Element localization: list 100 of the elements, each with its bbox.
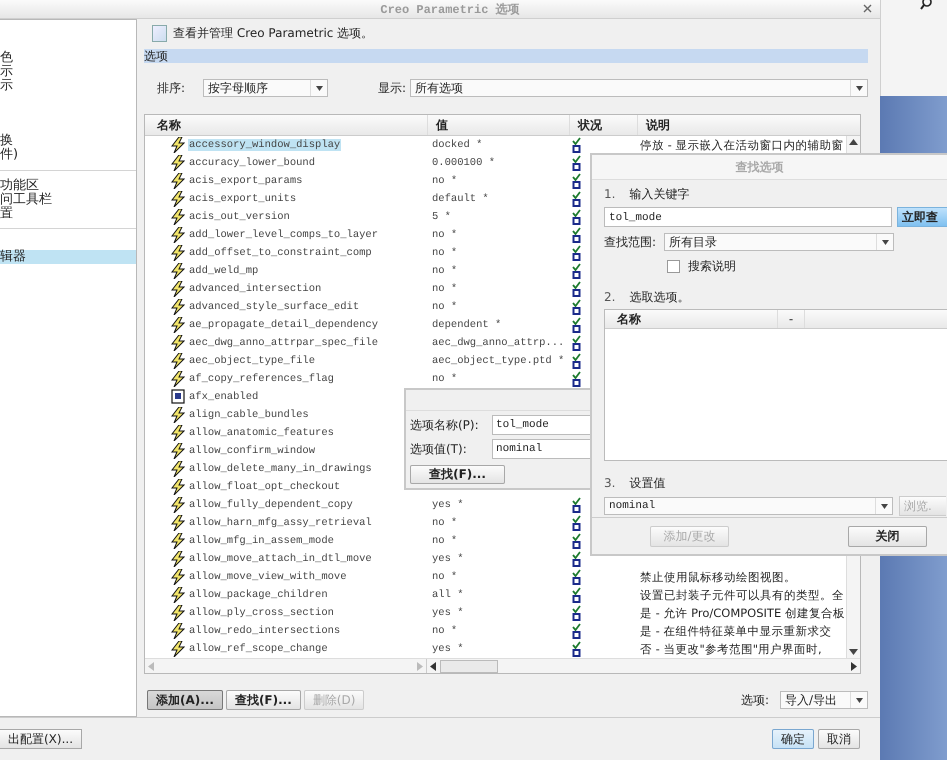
scroll-down-icon[interactable]: [849, 649, 858, 655]
search-icon[interactable]: [920, 0, 932, 10]
option-name[interactable]: allow_ply_cross_section: [188, 607, 335, 619]
scroll-up-icon[interactable]: [849, 139, 858, 145]
column-header[interactable]: -: [778, 310, 805, 328]
section-header: 选项: [144, 49, 868, 63]
caret-icon: [856, 698, 862, 702]
sort-dropdown[interactable]: 按字母顺序: [203, 79, 328, 97]
export-config-button[interactable]: 出配置(X)...: [0, 729, 82, 749]
option-name[interactable]: acis_out_version: [188, 211, 291, 223]
table-action-button[interactable]: 添加(A)...: [147, 690, 223, 710]
option-name[interactable]: advanced_intersection: [188, 283, 322, 295]
option-name[interactable]: accuracy_lower_bound: [188, 157, 316, 169]
option-name[interactable]: allow_move_attach_in_dtl_move: [188, 553, 373, 565]
lightning-icon: [171, 407, 185, 423]
table-action-button[interactable]: 查找(F)...: [226, 690, 301, 710]
option-name[interactable]: aec_object_type_file: [188, 355, 316, 367]
option-name[interactable]: allow_package_children: [188, 589, 329, 601]
window-title: Creo Parametric 选项: [380, 2, 520, 18]
option-name[interactable]: allow_harn_mfg_assy_retrieval: [188, 517, 373, 529]
caret-icon: [856, 86, 862, 90]
option-name[interactable]: allow_confirm_window: [188, 445, 316, 457]
option-name[interactable]: afx_enabled: [188, 391, 260, 403]
option-name[interactable]: add_offset_to_constraint_comp: [188, 247, 373, 259]
header-text: 查看并管理 Creo Parametric 选项。: [173, 24, 374, 42]
value-combobox[interactable]: nominal: [604, 497, 893, 515]
option-name[interactable]: allow_fully_dependent_copy: [188, 499, 354, 511]
sidebar-item[interactable]: 件): [0, 148, 136, 162]
option-value: no *: [432, 373, 458, 385]
option-value: no *: [432, 175, 458, 187]
lightning-icon: [171, 569, 185, 585]
horizontal-scrollbar[interactable]: [427, 659, 860, 673]
sidebar-item[interactable]: 功能区: [0, 179, 136, 193]
scope-dropdown[interactable]: 所有目录: [664, 233, 894, 251]
lightning-icon: [171, 245, 185, 261]
keyword-field[interactable]: tol_mode: [604, 207, 892, 227]
option-name[interactable]: acis_export_params: [188, 175, 304, 187]
option-description: 设置已封装子元件可以具有的类型。全: [640, 588, 844, 602]
lightning-icon: [171, 425, 185, 441]
import-export-dropdown[interactable]: 导入/导出: [780, 691, 868, 709]
box-icon: [171, 389, 185, 405]
sidebar-item[interactable]: 示: [0, 65, 136, 79]
option-name[interactable]: add_weld_mp: [188, 265, 260, 277]
option-value: 0.000100 *: [432, 157, 496, 169]
option-name[interactable]: allow_ref_scope_change: [188, 643, 329, 655]
option-name[interactable]: align_cable_bundles: [188, 409, 310, 421]
lightning-icon: [171, 191, 185, 207]
close-icon[interactable]: [863, 4, 872, 13]
caret-icon: [880, 504, 888, 508]
sidebar-item[interactable]: 换: [0, 134, 136, 148]
column-header[interactable]: 名称: [145, 115, 427, 135]
cancel-button[interactable]: 取消: [818, 729, 860, 749]
show-dropdown[interactable]: 所有选项: [410, 79, 868, 97]
option-value: all *: [432, 589, 464, 601]
options-icon: [152, 24, 167, 42]
option-name[interactable]: allow_redo_intersections: [188, 625, 342, 637]
lightning-icon: [171, 479, 185, 495]
step-number: 1.: [604, 187, 616, 201]
option-name[interactable]: acis_export_units: [188, 193, 298, 205]
scope-label: 查找范围:: [604, 234, 658, 250]
sidebar-item[interactable]: 置: [0, 207, 136, 221]
scroll-right-icon[interactable]: [851, 662, 857, 670]
column-header[interactable]: 状况: [569, 115, 637, 135]
close-button[interactable]: 关闭: [848, 526, 927, 546]
options-label: 选项:: [740, 692, 769, 708]
option-name[interactable]: accessory_window_display: [188, 139, 342, 151]
lightning-icon: [171, 443, 185, 459]
step-label: 输入关键字: [629, 186, 690, 202]
column-header[interactable]: 名称: [605, 310, 778, 328]
option-name[interactable]: allow_mfg_in_assem_mode: [188, 535, 335, 547]
find-button[interactable]: 查找(F)...: [410, 465, 505, 484]
step-label: 设置值: [629, 474, 666, 492]
caret-icon: [316, 86, 323, 90]
scroll-left-icon[interactable]: [430, 662, 436, 670]
search-now-button[interactable]: 立即查: [897, 207, 947, 227]
scroll-thumb[interactable]: [440, 660, 498, 672]
sidebar-item[interactable]: 辑器: [0, 250, 136, 264]
lightning-icon: [171, 155, 185, 171]
ok-button[interactable]: 确定: [772, 729, 814, 749]
option-name[interactable]: allow_anatomic_features: [188, 427, 335, 439]
option-name[interactable]: advanced_style_surface_edit: [188, 301, 360, 313]
option-name[interactable]: ae_propagate_detail_dependency: [188, 319, 380, 331]
checkbox[interactable]: [667, 260, 680, 273]
option-name[interactable]: af_copy_references_flag: [188, 373, 335, 385]
option-description: 禁止使用鼠标移动绘图视图。: [640, 570, 796, 584]
column-header[interactable]: 值: [427, 115, 569, 135]
option-name[interactable]: allow_float_opt_checkout: [188, 481, 342, 493]
lightning-icon: [171, 587, 185, 603]
option-name[interactable]: allow_move_view_with_move: [188, 571, 348, 583]
sidebar-item[interactable]: 问工具栏: [0, 193, 136, 207]
option-name[interactable]: aec_dwg_anno_attrpar_spec_file: [188, 337, 380, 349]
column-header[interactable]: 说明: [637, 115, 846, 135]
option-value: no *: [432, 535, 458, 547]
lightning-icon: [171, 641, 185, 657]
option-name[interactable]: allow_delete_many_in_drawings: [188, 463, 373, 475]
option-name[interactable]: add_lower_level_comps_to_layer: [188, 229, 380, 241]
sidebar-item[interactable]: 色: [0, 51, 136, 65]
lightning-icon: [171, 371, 185, 387]
step-number: 2.: [604, 290, 616, 304]
sidebar-item[interactable]: 示: [0, 79, 136, 93]
